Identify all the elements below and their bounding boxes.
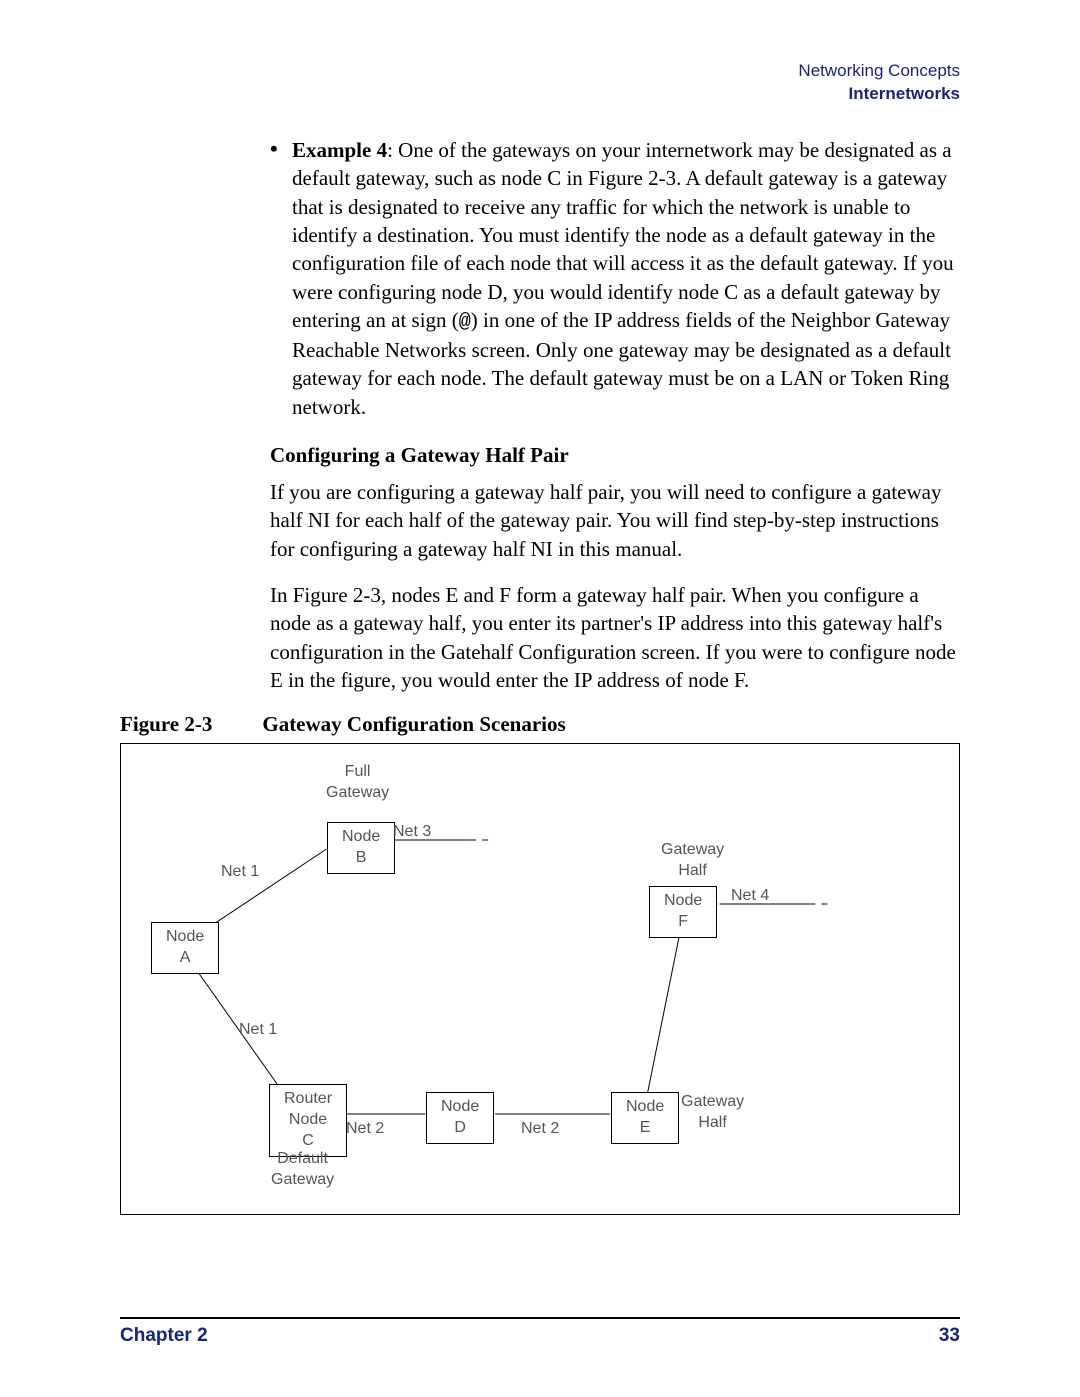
subheading-gateway-half-pair: Configuring a Gateway Half Pair	[270, 443, 960, 468]
paragraph-2: In Figure 2-3, nodes E and F form a gate…	[270, 581, 960, 694]
figure-title: Gateway Configuration Scenarios	[262, 712, 565, 737]
diagram-lines	[121, 744, 959, 1214]
label-net1-top: Net 1	[221, 862, 259, 883]
page-header: Networking Concepts Internetworks	[120, 60, 960, 106]
node-d: NodeD	[426, 1092, 494, 1144]
label-gateway-half-right: GatewayHalf	[681, 1092, 744, 1134]
label-net2-left: Net 2	[346, 1119, 384, 1140]
label-default-gateway: DefaultGateway	[271, 1149, 334, 1191]
figure-number: Figure 2-3	[120, 712, 212, 737]
figure-caption: Figure 2-3 Gateway Configuration Scenari…	[120, 712, 960, 737]
label-net3: Net 3	[393, 822, 431, 843]
label-net4: Net 4	[731, 886, 769, 907]
label-net2-right: Net 2	[521, 1119, 559, 1140]
label-gateway-half-top: GatewayHalf	[661, 840, 724, 882]
header-subsection: Internetworks	[120, 83, 960, 106]
paragraph-1: If you are configuring a gateway half pa…	[270, 478, 960, 563]
node-a: NodeA	[151, 922, 219, 974]
example-4-bullet: • Example 4: One of the gateways on your…	[270, 136, 960, 421]
label-full-gateway: FullGateway	[326, 762, 389, 804]
example-label: Example 4	[292, 138, 387, 162]
page-footer: Chapter 2 33	[120, 1317, 960, 1347]
footer-chapter: Chapter 2	[120, 1325, 208, 1347]
node-e: NodeE	[611, 1092, 679, 1144]
bullet-icon: •	[270, 136, 282, 421]
figure-2-3-diagram: FullGateway NodeA Net 1 NodeB Net 3 Net …	[120, 743, 960, 1215]
label-net1-bottom: Net 1	[239, 1020, 277, 1041]
at-sign-code: @	[459, 311, 471, 334]
node-f: NodeF	[649, 886, 717, 938]
footer-page-number: 33	[939, 1325, 960, 1347]
node-c: RouterNodeC	[269, 1084, 347, 1156]
node-b: NodeB	[327, 822, 395, 874]
header-section: Networking Concepts	[120, 60, 960, 83]
example-4-text: Example 4: One of the gateways on your i…	[292, 136, 960, 421]
